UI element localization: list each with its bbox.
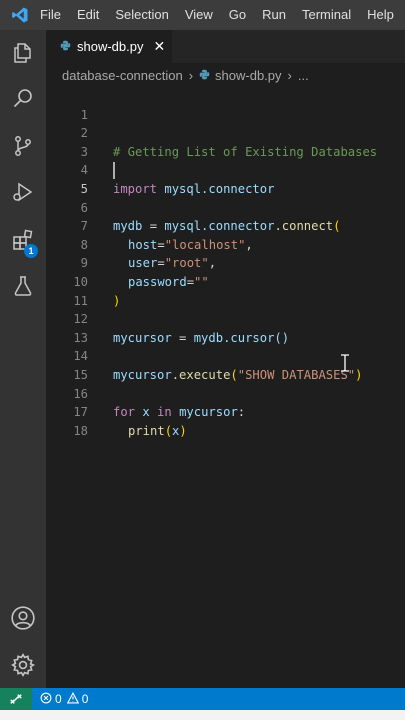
python-file-icon	[199, 68, 210, 83]
code-line: 11	[46, 273, 405, 308]
vscode-logo-icon	[0, 0, 40, 30]
menu-selection[interactable]: Selection	[107, 0, 176, 30]
code-line: 16 for x in mycursor:	[46, 366, 405, 420]
tab-show-db[interactable]: show-db.py ✕	[46, 30, 172, 63]
menu-edit[interactable]: Edit	[69, 0, 107, 30]
code-editor[interactable]: 1 2 # Getting List of Existing Databases…	[46, 87, 405, 688]
remote-indicator-icon[interactable]	[0, 688, 32, 710]
code-line: 17 print(x)	[46, 385, 405, 438]
error-icon	[40, 692, 52, 707]
extensions-icon[interactable]: 1	[0, 220, 46, 260]
error-count: 0	[55, 692, 62, 706]
close-icon[interactable]: ✕	[153, 38, 165, 55]
chevron-right-icon: ›	[188, 67, 194, 83]
code-line: 2 # Getting List of Existing Databases	[46, 106, 405, 159]
breadcrumb-folder[interactable]: database-connection	[62, 68, 183, 83]
code-line: 18	[46, 403, 405, 438]
menu-run[interactable]: Run	[254, 0, 294, 30]
function-name: print	[128, 423, 165, 438]
title-bar: File Edit Selection View Go Run Terminal…	[0, 0, 405, 30]
breadcrumb: database-connection › show-db.py › ...	[46, 63, 405, 87]
code-line: 10 )	[46, 254, 405, 308]
code-line: 5	[46, 161, 405, 196]
status-bar: 0 0	[0, 688, 405, 710]
code-line: 3	[46, 124, 405, 159]
settings-gear-icon[interactable]	[0, 645, 46, 685]
code-line: 6 mydb = mysql.connector.connect(	[46, 180, 405, 234]
source-control-icon[interactable]	[0, 126, 46, 166]
search-icon[interactable]	[0, 78, 46, 118]
python-file-icon	[60, 38, 71, 56]
testing-icon[interactable]	[0, 266, 46, 306]
warning-count: 0	[81, 692, 89, 706]
code-line: 8 user="root",	[46, 217, 405, 271]
warning-icon	[66, 691, 79, 707]
code-line: 1	[46, 87, 405, 122]
extensions-badge: 1	[24, 244, 38, 258]
run-debug-icon[interactable]	[0, 172, 46, 212]
text-cursor	[113, 162, 115, 180]
code-line: 13	[46, 310, 405, 345]
menu-file[interactable]: File	[40, 0, 69, 30]
problems-indicator[interactable]: 0 0	[40, 691, 91, 707]
tab-label: show-db.py	[77, 39, 144, 54]
accounts-icon[interactable]	[0, 598, 46, 638]
breadcrumb-file[interactable]: show-db.py	[215, 68, 281, 83]
menu-bar: File Edit Selection View Go Run Terminal…	[40, 0, 402, 30]
code-line: 14 mycursor.execute("SHOW DATABASES")	[46, 329, 405, 382]
code-line: 15	[46, 347, 405, 382]
chevron-right-icon: ›	[287, 67, 292, 83]
tab-bar: show-db.py ✕	[46, 30, 405, 63]
breadcrumb-more[interactable]: ...	[298, 68, 309, 83]
code-line: 12 mycursor = mydb.cursor()	[46, 292, 405, 345]
code-line: 4 import mysql.connector	[46, 143, 405, 196]
line-number: 18	[73, 423, 88, 438]
mouse-ibeam-cursor-icon	[340, 354, 350, 377]
menu-help[interactable]: Help	[359, 0, 402, 30]
menu-go[interactable]: Go	[221, 0, 254, 30]
code-text: print(x)	[128, 423, 187, 438]
menu-terminal[interactable]: Terminal	[294, 0, 359, 30]
code-line: 7 host="localhost",	[46, 199, 405, 252]
bottom-edge-strip	[0, 710, 405, 720]
menu-view[interactable]: View	[177, 0, 221, 30]
code-line: 9 password=""	[46, 236, 405, 289]
activity-bar: 1	[0, 30, 46, 688]
explorer-icon[interactable]	[0, 33, 46, 73]
